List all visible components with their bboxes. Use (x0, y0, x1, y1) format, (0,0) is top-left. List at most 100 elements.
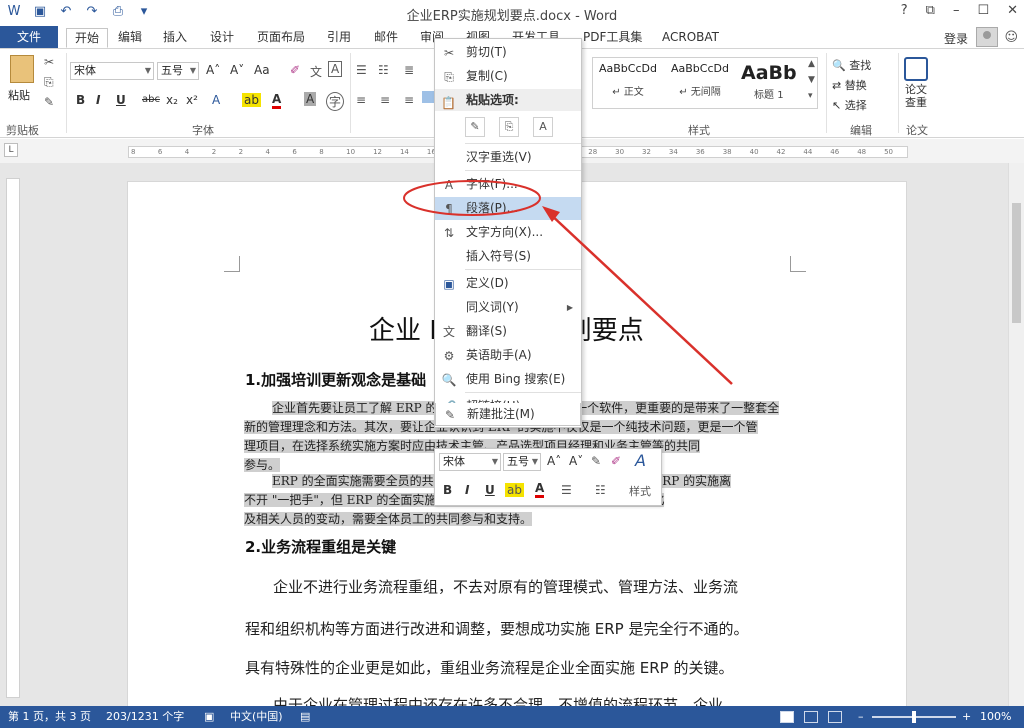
read-mode-button[interactable] (780, 711, 794, 723)
menu-item-font[interactable]: A 字体(F)... (435, 173, 581, 196)
zoom-slider-thumb[interactable] (912, 711, 916, 723)
menu-item-reconvert[interactable]: 汉字重选(V) (435, 146, 581, 169)
align-right-icon[interactable]: ≡ (404, 93, 414, 107)
mini-bullets-icon[interactable]: ☰ (561, 483, 572, 497)
word-count[interactable]: 203/1231 个字 (106, 706, 184, 728)
avatar[interactable] (976, 27, 998, 47)
tab-references[interactable]: 引用 (327, 28, 351, 48)
menu-item-paragraph[interactable]: ¶ 段落(P)... (435, 197, 581, 220)
highlight-icon[interactable]: ab (242, 93, 261, 107)
menu-item-synonyms[interactable]: 同义词(Y) ▶ (435, 296, 581, 319)
mini-size-combo[interactable]: 五号 ▼ (503, 453, 541, 471)
mini-shrink-font-button[interactable]: A˅ (569, 454, 583, 468)
ribbon-display-button[interactable]: ⧉ (926, 3, 935, 18)
font-family-combo[interactable]: 宋体 ▼ (70, 62, 154, 80)
find-button[interactable]: 🔍 查找 (832, 57, 871, 73)
italic-button[interactable]: I (96, 93, 100, 107)
menu-item-new-comment[interactable]: ✎ 新建批注(M) (435, 403, 581, 426)
font-color-icon[interactable]: A (272, 92, 282, 109)
bullets-icon[interactable]: ☰ (356, 63, 367, 77)
copy-icon[interactable]: ⎘ (44, 75, 54, 90)
feedback-icon[interactable]: ☺ (1004, 30, 1018, 45)
tab-design[interactable]: 设计 (210, 28, 234, 48)
mini-numbering-icon[interactable]: ☷ (595, 483, 606, 497)
styles-more-icon[interactable]: ▾ (808, 91, 813, 101)
tab-selector[interactable]: L (4, 143, 18, 157)
mini-bold-button[interactable]: B (443, 483, 452, 497)
tab-home[interactable]: 开始 (66, 28, 109, 48)
zoom-out-button[interactable]: – (858, 706, 864, 728)
shrink-font-button[interactable]: A˅ (230, 63, 244, 77)
menu-item-insert-symbol[interactable]: 插入符号(S) (435, 245, 581, 268)
paste-button[interactable]: 粘贴 (8, 55, 38, 105)
align-center-icon[interactable]: ≡ (380, 93, 390, 107)
menu-item-english-assistant[interactable]: ⚙ 英语助手(A) (435, 344, 581, 367)
menu-item-cut[interactable]: ✂ 剪切(T) (435, 41, 581, 64)
paste-text-only-icon[interactable]: A (533, 117, 553, 137)
underline-button[interactable]: U (116, 93, 126, 107)
maximize-button[interactable]: ☐ (977, 3, 989, 18)
enclose-char-icon[interactable]: 字 (326, 92, 345, 111)
proofing-icon[interactable]: ▣ (204, 706, 214, 728)
login-link[interactable]: 登录 (944, 30, 968, 47)
select-button[interactable]: ↖ 选择 (832, 97, 867, 113)
page-count[interactable]: 第 1 页，共 3 页 (8, 706, 91, 728)
style-normal[interactable]: AaBbCcDd ↵ 正文 (599, 62, 657, 98)
replace-button[interactable]: ⇄ 替换 (832, 77, 867, 93)
zoom-in-button[interactable]: + (962, 706, 971, 728)
mini-grow-font-button[interactable]: A˄ (547, 454, 561, 468)
mini-styles-label[interactable]: 样式 (629, 483, 651, 499)
strikethrough-button[interactable]: abc (142, 94, 160, 105)
tab-insert[interactable]: 插入 (163, 28, 187, 48)
style-no-spacing[interactable]: AaBbCcDd ↵ 无间隔 (671, 62, 729, 98)
print-layout-button[interactable] (804, 711, 818, 723)
numbering-icon[interactable]: ☷ (378, 63, 389, 77)
char-border-icon[interactable]: A (328, 61, 343, 77)
mini-italic-button[interactable]: I (465, 483, 469, 497)
style-heading-1[interactable]: AaBb 标题 1 (741, 62, 797, 101)
bold-button[interactable]: B (76, 93, 85, 107)
vertical-ruler[interactable] (6, 178, 20, 698)
menu-item-text-direction[interactable]: ⇅ 文字方向(X)... (435, 221, 581, 244)
minimize-button[interactable]: – (953, 3, 960, 18)
menu-item-copy[interactable]: ⎘ 复制(C) (435, 65, 581, 88)
scrollbar-thumb[interactable] (1012, 203, 1021, 323)
tab-layout[interactable]: 页面布局 (257, 28, 305, 48)
cut-icon[interactable]: ✂ (44, 55, 54, 69)
tab-edit[interactable]: 编辑 (118, 28, 142, 48)
web-layout-button[interactable] (828, 711, 842, 723)
macro-icon[interactable]: ▤ (300, 706, 310, 728)
mini-font-color-icon[interactable]: A (535, 481, 545, 498)
paste-merge-icon[interactable]: ⎘ (499, 117, 519, 137)
paste-keep-source-icon[interactable]: ✎ (465, 117, 485, 137)
format-painter-icon[interactable]: ✎ (44, 95, 54, 109)
tab-file[interactable]: 文件 (0, 26, 58, 48)
tab-pdf-tools[interactable]: PDF工具集 (583, 28, 642, 48)
styles-scroll-down-icon[interactable]: ▼ (808, 75, 815, 85)
phonetic-guide-icon[interactable]: 文 (310, 63, 322, 80)
mini-font-combo[interactable]: 宋体 ▼ (439, 453, 501, 471)
justify-icon[interactable] (422, 91, 434, 103)
menu-item-define[interactable]: ▣ 定义(D) (435, 272, 581, 295)
multilevel-list-icon[interactable]: ≣ (404, 63, 414, 77)
menu-item-bing-search[interactable]: 🔍 使用 Bing 搜索(E) (435, 368, 581, 391)
mini-styles-icon[interactable]: A (635, 451, 646, 470)
font-size-combo[interactable]: 五号 ▼ (157, 62, 199, 80)
help-button[interactable]: ? (901, 3, 908, 18)
grow-font-button[interactable]: A˄ (206, 63, 220, 77)
align-left-icon[interactable]: ≡ (356, 93, 366, 107)
vertical-scrollbar[interactable] (1008, 163, 1024, 706)
close-button[interactable]: ✕ (1007, 3, 1018, 18)
mini-clear-format-icon[interactable]: ✐ (611, 454, 621, 468)
char-shading-icon[interactable]: A (304, 92, 317, 106)
language-indicator[interactable]: 中文(中国) (230, 706, 283, 728)
styles-scroll-up-icon[interactable]: ▲ (808, 59, 815, 69)
change-case-button[interactable]: Aa (254, 63, 270, 77)
superscript-button[interactable]: x² (186, 93, 198, 107)
text-effects-icon[interactable]: A (212, 93, 220, 107)
mini-underline-button[interactable]: U (485, 483, 495, 497)
subscript-button[interactable]: x₂ (166, 93, 178, 107)
mini-highlight-icon[interactable]: ab (505, 483, 524, 497)
paper-check-button[interactable]: 论文 查重 (904, 57, 928, 109)
tab-acrobat[interactable]: ACROBAT (662, 28, 719, 48)
